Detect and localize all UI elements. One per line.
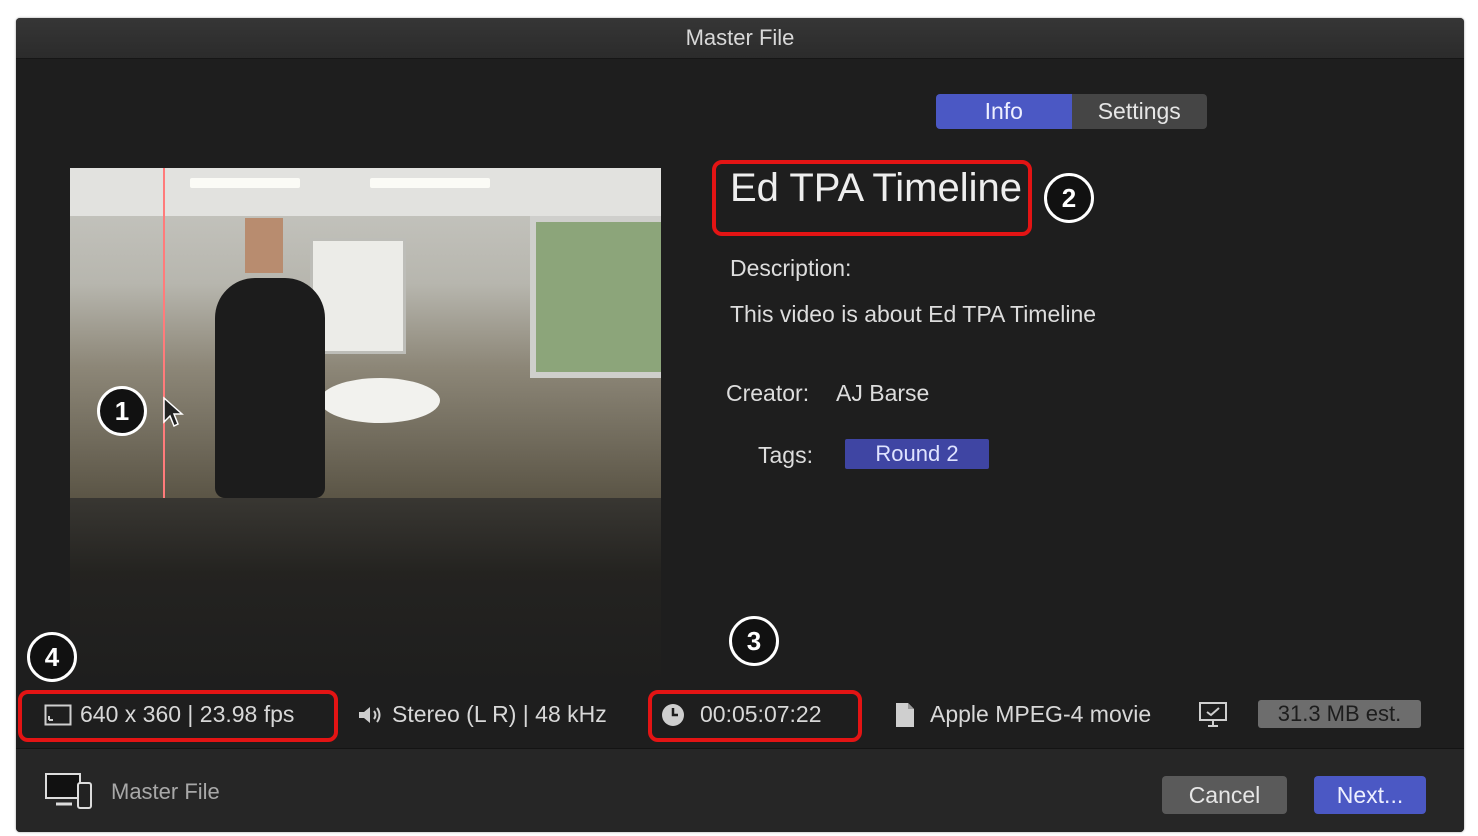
audio-info: Stereo (L R) | 48 kHz (356, 701, 607, 728)
description-label: Description: (730, 255, 852, 281)
ceiling-light (190, 178, 300, 188)
preview-reflection (70, 498, 661, 688)
callout-2: 2 (1044, 173, 1094, 223)
highlight-duration (648, 690, 862, 742)
person-head (245, 218, 283, 273)
tags-label: Tags: (758, 442, 813, 468)
callout-4: 4 (27, 632, 77, 682)
device-info (1198, 701, 1228, 729)
audio-text: Stereo (L R) | 48 kHz (392, 701, 607, 727)
playhead-line[interactable] (163, 168, 165, 498)
round-table (320, 378, 440, 423)
room-window (530, 216, 661, 378)
highlight-title (712, 160, 1032, 236)
description-text[interactable]: This video is about Ed TPA Timeline (730, 301, 1096, 328)
tab-info[interactable]: Info (936, 94, 1072, 129)
callout-3: 3 (729, 616, 779, 666)
info-settings-tabs: Info Settings (936, 94, 1207, 129)
document-icon (896, 702, 914, 727)
window-title: Master File (16, 18, 1464, 59)
cursor-icon (163, 396, 184, 428)
ceiling-light (370, 178, 490, 188)
cancel-button[interactable]: Cancel (1162, 776, 1287, 814)
format-text: Apple MPEG-4 movie (930, 701, 1152, 727)
video-preview[interactable] (70, 168, 661, 498)
devices-icon (45, 773, 92, 809)
callout-1: 1 (97, 386, 147, 436)
creator-label: Creator: (726, 380, 810, 406)
ceiling (70, 168, 661, 216)
footer-bar: Master File Cancel Next... (16, 748, 1464, 832)
creator-value[interactable]: AJ Barse (836, 380, 929, 407)
person (215, 278, 325, 498)
size-estimate: 31.3 MB est. (1258, 700, 1421, 728)
highlight-resolution (18, 690, 338, 742)
tag-chip[interactable]: Round 2 (845, 439, 989, 469)
tab-settings[interactable]: Settings (1071, 94, 1207, 129)
monitor-icon (1199, 702, 1227, 727)
next-button[interactable]: Next... (1314, 776, 1426, 814)
format-info: Apple MPEG-4 movie (894, 701, 1151, 728)
destination-label: Master File (111, 779, 220, 804)
speaker-icon (359, 706, 381, 723)
